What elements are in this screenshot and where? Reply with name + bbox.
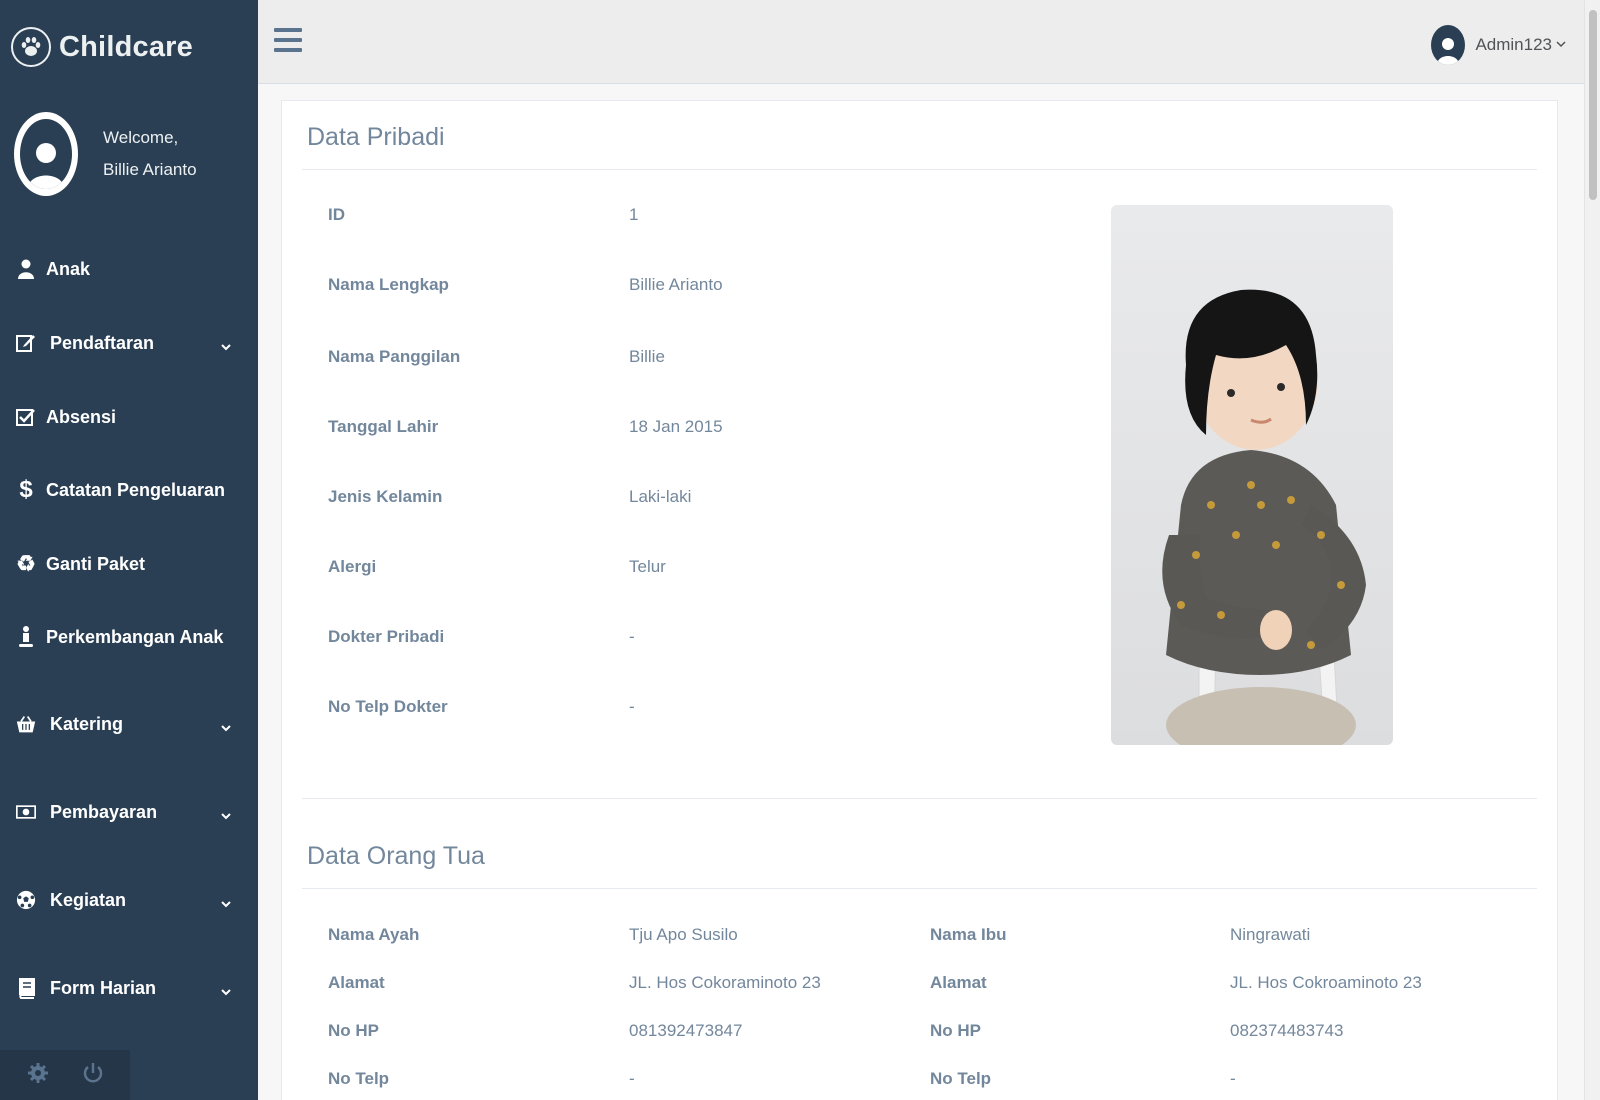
field-label-alamat-ibu: Alamat (930, 973, 987, 992)
sidebar-item-label: Perkembangan Anak (46, 626, 224, 647)
sidebar-item-label: Form Harian (50, 977, 157, 998)
sidebar-item-anak[interactable]: Anak (0, 254, 258, 284)
field-label-jenis-kelamin: Jenis Kelamin (328, 487, 443, 506)
profile: Welcome, Billie Arianto (0, 94, 258, 214)
divider (302, 888, 1537, 889)
top-navbar: Admin123 (258, 0, 1600, 84)
sidebar-item-label: Katering (50, 713, 124, 734)
field-value-no-telp-dokter: - (629, 697, 635, 716)
field-label-nama-ayah: Nama Ayah (328, 925, 420, 944)
sidebar-item-kegiatan[interactable]: Kegiatan (0, 885, 258, 915)
scrollbar[interactable] (1584, 0, 1600, 1100)
user-icon (16, 258, 36, 280)
paw-icon (11, 27, 51, 67)
sidebar-item-catatan-pengeluaran[interactable]: $ Catatan Pengeluaran (0, 475, 258, 505)
sidebar-item-label: Pendaftaran (50, 332, 155, 353)
sidebar-item-pendaftaran[interactable]: Pendaftaran (0, 328, 258, 358)
scrollbar-thumb[interactable] (1589, 10, 1597, 200)
sidebar-item-label: Absensi (46, 406, 117, 427)
field-label-no-telp-ayah: No Telp (328, 1069, 390, 1088)
edit-icon (16, 332, 36, 354)
sidebar-footer (0, 1050, 130, 1100)
sidebar-item-perkembangan-anak[interactable]: Perkembangan Anak (0, 622, 258, 652)
sidebar-item-label: Kegiatan (50, 889, 127, 910)
field-value-jenis-kelamin: Laki-laki (629, 487, 692, 506)
menu-toggle-icon[interactable] (274, 28, 302, 56)
field-label-alergi: Alergi (328, 557, 377, 576)
field-value-alamat-ibu: JL. Hos Cokroaminoto 23 (1230, 973, 1422, 992)
sidebar-item-absensi[interactable]: Absensi (0, 402, 258, 432)
field-value-no-telp-ayah: - (629, 1069, 635, 1088)
sidebar-item-label: Ganti Paket (46, 553, 146, 574)
power-icon[interactable] (82, 1062, 104, 1089)
field-label-dokter-pribadi: Dokter Pribadi (328, 627, 445, 646)
field-value-nama-ibu: Ningrawati (1230, 925, 1311, 944)
checkbox-icon (16, 406, 36, 428)
field-value-no-hp-ayah: 081392473847 (629, 1021, 743, 1040)
section-title-data-orang-tua: Data Orang Tua (307, 842, 485, 870)
user-dropdown[interactable]: Admin123 (1431, 25, 1566, 65)
field-label-alamat-ayah: Alamat (328, 973, 385, 992)
child-icon (16, 626, 36, 648)
field-label-id: ID (328, 205, 345, 224)
field-label-no-telp-ibu: No Telp (930, 1069, 992, 1088)
sidebar-item-katering[interactable]: Katering (0, 709, 258, 739)
divider (302, 798, 1537, 799)
field-label-no-hp-ayah: No HP (328, 1021, 379, 1040)
chevron-down-icon (220, 718, 232, 739)
field-value-tanggal-lahir: 18 Jan 2015 (629, 417, 723, 436)
field-label-nama-panggilan: Nama Panggilan (328, 347, 461, 366)
sidebar-item-label: Catatan Pengeluaran (46, 479, 226, 500)
field-label-nama-lengkap: Nama Lengkap (328, 275, 449, 294)
field-value-nama-ayah: Tju Apo Susilo (629, 925, 738, 944)
field-value-nama-panggilan: Billie (629, 347, 665, 366)
field-value-no-telp-ibu: - (1230, 1069, 1236, 1088)
avatar (13, 112, 79, 196)
chevron-down-icon (220, 337, 232, 358)
divider (302, 169, 1537, 170)
field-value-alamat-ayah: JL. Hos Cokoraminoto 23 (629, 973, 821, 992)
basket-icon (16, 713, 36, 735)
child-photo (1111, 205, 1393, 745)
welcome-text: Welcome, (103, 128, 179, 147)
book-icon (16, 977, 36, 999)
sidebar-item-label: Pembayaran (50, 801, 158, 822)
field-value-dokter-pribadi: - (629, 627, 635, 646)
dollar-icon: $ (19, 476, 33, 503)
field-label-nama-ibu: Nama Ibu (930, 925, 1007, 944)
section-title-data-pribadi: Data Pribadi (307, 123, 445, 151)
avatar (1431, 25, 1466, 65)
field-value-no-hp-ibu: 082374483743 (1230, 1021, 1344, 1040)
chevron-down-icon (1556, 36, 1566, 54)
field-value-nama-lengkap: Billie Arianto (629, 275, 723, 294)
field-value-alergi: Telur (629, 557, 666, 576)
chevron-down-icon (220, 806, 232, 827)
chevron-down-icon (220, 982, 232, 1003)
sidebar: Childcare Welcome, Billie Arianto Anak P… (0, 0, 258, 1100)
sidebar-item-form-harian[interactable]: Form Harian (0, 973, 258, 1003)
money-icon (16, 801, 36, 823)
content-panel: Data Pribadi ID 1 Nama Lengkap Billie Ar… (281, 100, 1558, 1100)
recycle-icon: ♻ (16, 551, 36, 576)
gear-icon[interactable] (27, 1062, 49, 1089)
brand[interactable]: Childcare (0, 0, 258, 94)
field-label-no-hp-ibu: No HP (930, 1021, 981, 1040)
soccer-ball-icon (16, 889, 36, 911)
sidebar-item-pembayaran[interactable]: Pembayaran (0, 797, 258, 827)
username: Admin123 (1475, 35, 1552, 54)
sidebar-item-label: Anak (46, 258, 91, 279)
sidebar-item-ganti-paket[interactable]: ♻ Ganti Paket (0, 549, 258, 579)
chevron-down-icon (220, 894, 232, 915)
field-label-tanggal-lahir: Tanggal Lahir (328, 417, 439, 436)
field-value-id: 1 (629, 205, 639, 224)
brand-name: Childcare (59, 30, 193, 63)
profile-name: Billie Arianto (103, 160, 197, 179)
field-label-no-telp-dokter: No Telp Dokter (328, 697, 448, 716)
